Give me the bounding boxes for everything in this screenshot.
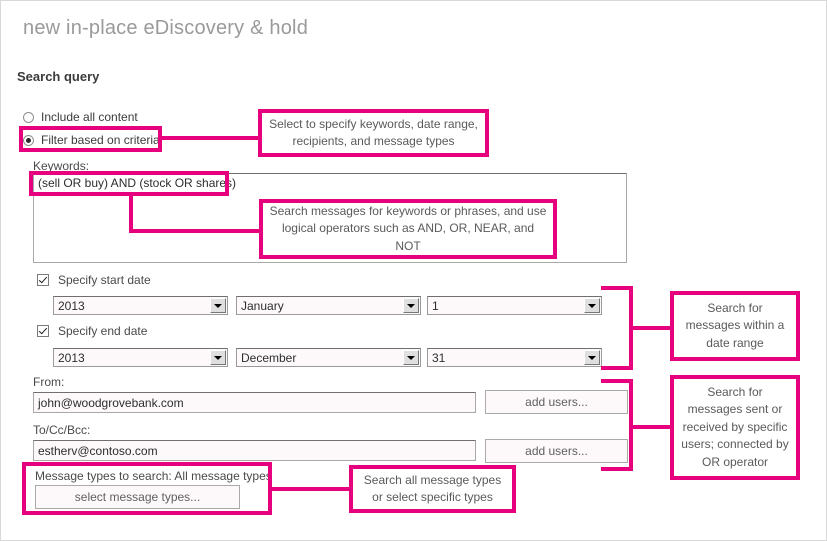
callout-message-types: Search all message types or select speci… xyxy=(349,465,516,513)
start-date-month-dropdown[interactable]: January xyxy=(236,296,421,315)
connector-keywords-vertical xyxy=(129,193,133,233)
radio-filter-based-on-criteria[interactable]: Filter based on criteria xyxy=(23,133,160,147)
end-date-year-dropdown[interactable]: 2013 xyxy=(53,348,228,367)
end-date-year-value: 2013 xyxy=(58,350,85,365)
end-date-month-value: December xyxy=(241,350,297,365)
radio-include-all-content[interactable]: Include all content xyxy=(23,110,138,124)
message-types-label: Message types to search: All message typ… xyxy=(35,469,272,483)
checkbox-label-specify-end-date: Specify end date xyxy=(58,324,148,338)
radio-label-include-all-content: Include all content xyxy=(41,110,138,124)
to-label: To/Cc/Bcc: xyxy=(33,423,91,437)
bracket-dates-bottom xyxy=(601,366,633,370)
checkbox-label-specify-start-date: Specify start date xyxy=(58,273,151,287)
callout-scope: Select to specify keywords, date range, … xyxy=(258,109,489,157)
from-value: john@woodgrovebank.com xyxy=(38,395,184,410)
start-date-month-value: January xyxy=(241,298,284,313)
connector-dates xyxy=(629,326,674,330)
to-add-users-label: add users... xyxy=(525,444,588,458)
callout-dates-text: Search for messages within a date range xyxy=(685,300,785,350)
chevron-down-icon[interactable] xyxy=(584,350,600,365)
connector-message-types xyxy=(268,487,353,491)
checkbox-icon-checked xyxy=(37,274,49,286)
to-add-users-button[interactable]: add users... xyxy=(485,439,628,463)
connector-users xyxy=(629,425,674,429)
chevron-down-icon[interactable] xyxy=(210,350,226,365)
callout-users: Search for messages sent or received by … xyxy=(670,375,800,480)
end-date-day-dropdown[interactable]: 31 xyxy=(427,348,602,367)
from-add-users-label: add users... xyxy=(525,395,588,409)
callout-keywords-text: Search messages for keywords or phrases,… xyxy=(269,203,547,253)
callout-keywords: Search messages for keywords or phrases,… xyxy=(259,199,557,259)
connector-keywords-horizontal xyxy=(129,229,263,233)
start-date-year-value: 2013 xyxy=(58,298,85,313)
radio-icon-checked xyxy=(23,134,34,146)
bracket-users-top xyxy=(601,379,633,383)
start-date-day-value: 1 xyxy=(432,298,439,313)
select-message-types-button[interactable]: select message types... xyxy=(35,485,240,509)
chevron-down-icon[interactable] xyxy=(403,298,419,313)
from-input[interactable]: john@woodgrovebank.com xyxy=(33,392,476,413)
checkbox-specify-end-date[interactable]: Specify end date xyxy=(37,324,147,338)
callout-scope-text: Select to specify keywords, date range, … xyxy=(269,116,478,148)
keywords-label: Keywords: xyxy=(33,159,90,173)
from-add-users-button[interactable]: add users... xyxy=(485,390,628,414)
callout-message-types-text: Search all message types or select speci… xyxy=(363,472,502,504)
select-message-types-label: select message types... xyxy=(74,490,201,504)
page-title: new in-place eDiscovery & hold xyxy=(23,17,309,39)
from-label: From: xyxy=(33,375,65,389)
to-value: estherv@contoso.com xyxy=(38,443,158,458)
start-date-year-dropdown[interactable]: 2013 xyxy=(53,296,228,315)
checkbox-specify-start-date[interactable]: Specify start date xyxy=(37,273,151,287)
section-title: Search query xyxy=(17,69,100,84)
ediscovery-dialog: new in-place eDiscovery & hold Search qu… xyxy=(0,0,827,541)
chevron-down-icon[interactable] xyxy=(403,350,419,365)
keywords-value: (sell OR buy) AND (stock OR shares) xyxy=(38,176,237,190)
checkbox-icon-checked xyxy=(37,325,49,337)
radio-label-filter-based-on-criteria: Filter based on criteria xyxy=(41,133,160,147)
bracket-dates-top xyxy=(601,286,633,290)
connector-scope xyxy=(158,136,262,140)
bracket-users-bottom xyxy=(601,467,633,471)
end-date-month-dropdown[interactable]: December xyxy=(236,348,421,367)
end-date-day-value: 31 xyxy=(432,350,446,365)
to-input[interactable]: estherv@contoso.com xyxy=(33,440,476,461)
callout-dates: Search for messages within a date range xyxy=(670,291,800,361)
start-date-day-dropdown[interactable]: 1 xyxy=(427,296,602,315)
radio-icon-unchecked xyxy=(23,111,34,123)
callout-users-text: Search for messages sent or received by … xyxy=(681,385,789,469)
chevron-down-icon[interactable] xyxy=(584,298,600,313)
chevron-down-icon[interactable] xyxy=(210,298,226,313)
